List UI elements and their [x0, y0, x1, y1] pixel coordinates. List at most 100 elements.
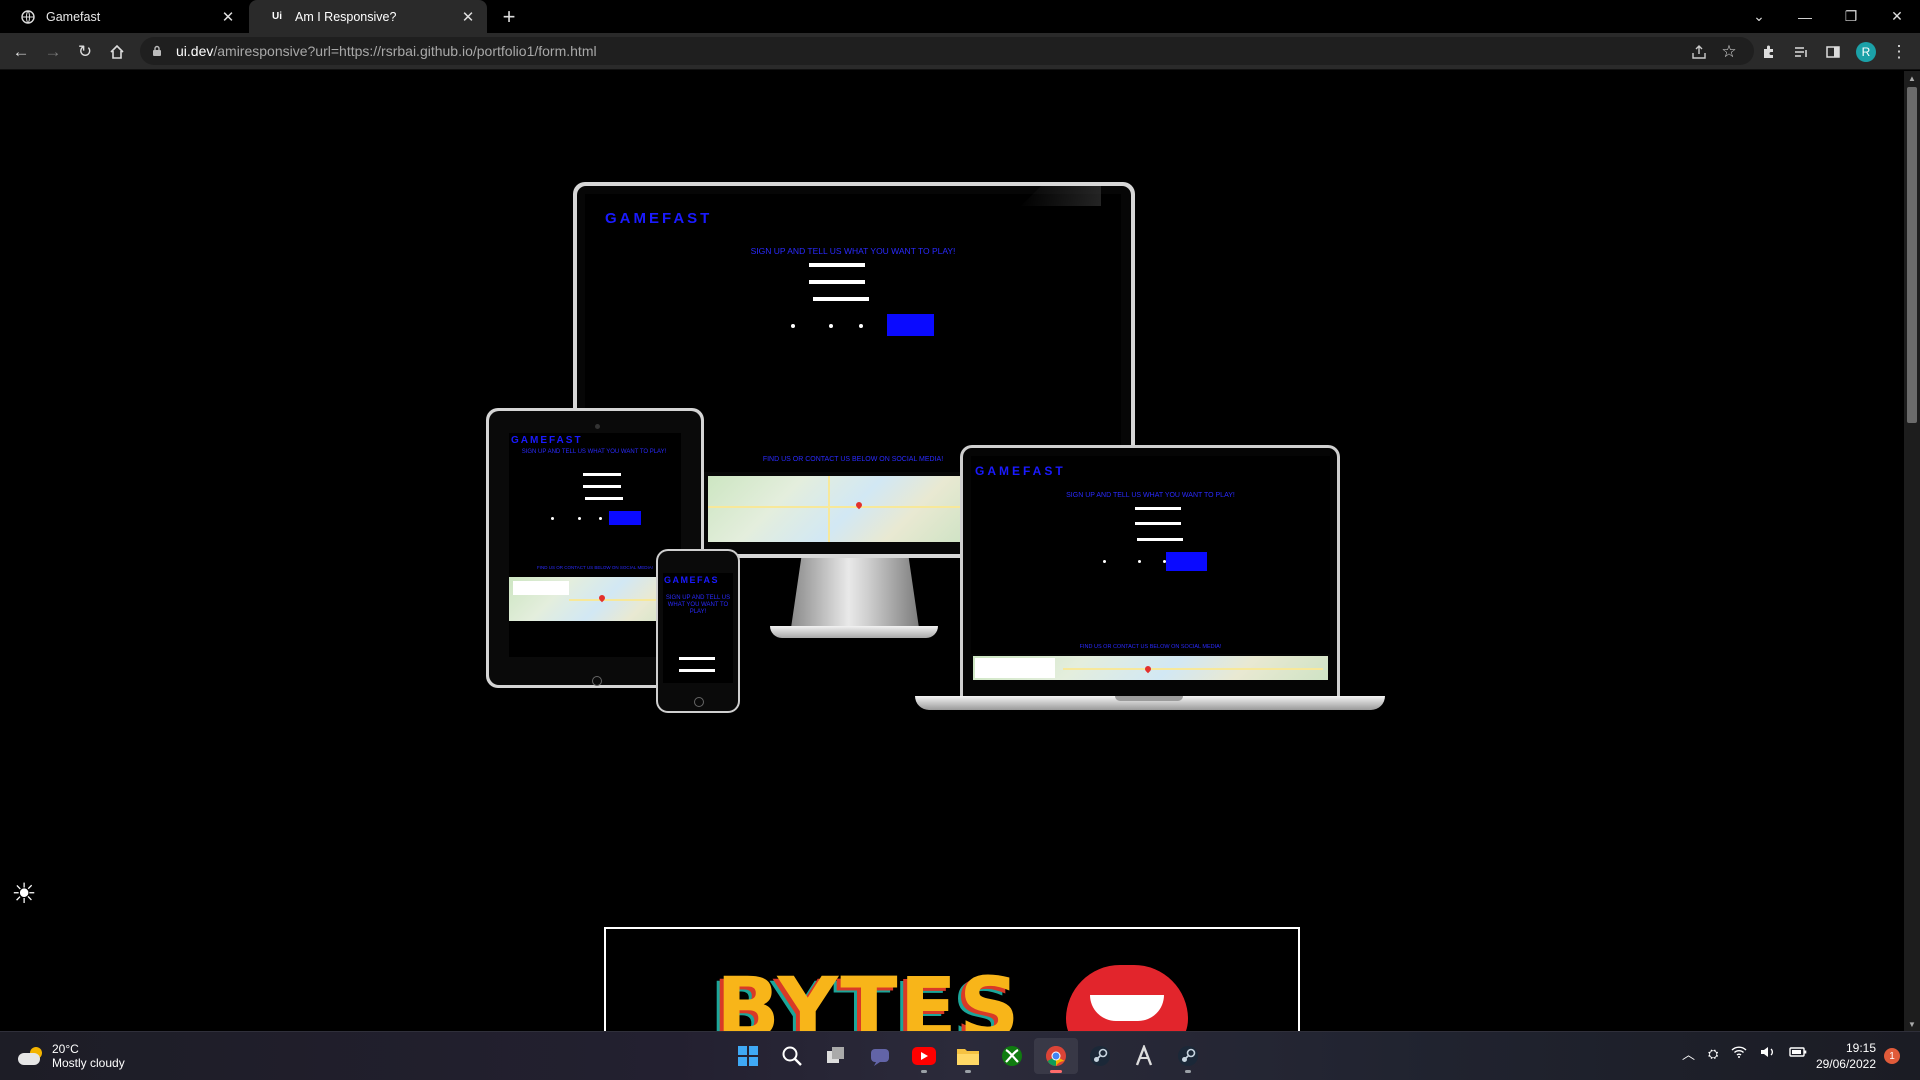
phone-body: GAMEFAS SIGN UP AND TELL US WHAT YOU WAN…	[658, 551, 738, 711]
steam-icon[interactable]	[1166, 1038, 1210, 1074]
weather-temperature: 20°C	[52, 1042, 79, 1056]
first-name-input[interactable]	[1135, 507, 1181, 510]
volume-icon[interactable]	[1760, 1045, 1776, 1062]
map-pin-icon	[1143, 664, 1153, 674]
last-name-input[interactable]	[1135, 522, 1181, 525]
submit-button[interactable]	[887, 314, 934, 336]
signup-heading: SIGN UP AND TELL US WHAT YOU WANT TO PLA…	[521, 449, 667, 455]
share-icon[interactable]	[1686, 39, 1712, 65]
wifi-icon[interactable]	[1731, 1046, 1747, 1061]
console-radio[interactable]	[829, 324, 833, 328]
map-road	[1063, 668, 1323, 670]
browser-toolbar: ← → ↻ ui.dev/amiresponsive?url=https://r…	[0, 33, 1920, 70]
platform-radio-group[interactable]	[549, 517, 602, 520]
task-view-icon[interactable]	[814, 1038, 858, 1074]
taskbar-clock[interactable]: 19:15 29/06/2022	[1812, 1040, 1876, 1072]
address-bar[interactable]: ui.dev/amiresponsive?url=https://rsrbai.…	[140, 37, 1754, 65]
back-arrow-icon[interactable]: ←	[8, 39, 34, 65]
search-icon[interactable]	[770, 1038, 814, 1074]
console-radio[interactable]	[1138, 560, 1141, 563]
pc-radio[interactable]	[791, 324, 795, 328]
submit-button[interactable]	[609, 511, 641, 525]
chrome-icon[interactable]	[1034, 1038, 1078, 1074]
teams-chat-icon[interactable]	[858, 1038, 902, 1074]
system-tray: ︿ ⛭	[1682, 1044, 1820, 1063]
gamefast-logo: GAMEFAST	[605, 210, 713, 227]
chevron-up-icon[interactable]: ︿	[1682, 1044, 1695, 1063]
ui-dev-favicon-icon: Ui	[272, 11, 282, 22]
monitor-stand	[791, 558, 919, 628]
first-name-input[interactable]	[679, 657, 715, 660]
forward-arrow-icon[interactable]: →	[40, 39, 66, 65]
both-radio[interactable]	[599, 517, 602, 520]
laptop-mockup: GAMEFAST SIGN UP AND TELL US WHAT YOU WA…	[960, 445, 1340, 698]
location-map[interactable]	[973, 656, 1328, 680]
last-name-input[interactable]	[583, 485, 621, 488]
tab-search-icon[interactable]: ⌄	[1736, 0, 1782, 33]
weather-widget[interactable]: 20°C Mostly cloudy	[18, 1042, 125, 1071]
steam-icon[interactable]	[1078, 1038, 1122, 1074]
close-window-button[interactable]: ✕	[1874, 0, 1920, 33]
lock-icon[interactable]	[152, 44, 166, 58]
submit-button[interactable]	[1166, 552, 1207, 571]
tablet-camera	[595, 424, 600, 429]
last-name-input[interactable]	[809, 280, 865, 284]
email-input[interactable]	[1137, 538, 1183, 541]
last-name-input[interactable]	[679, 669, 715, 672]
xbox-icon[interactable]	[990, 1038, 1034, 1074]
device-mockup-showcase: GAMEFAST SIGN UP AND TELL US WHAT YOU WA…	[0, 71, 1904, 871]
battery-icon[interactable]	[1789, 1046, 1807, 1061]
first-name-input[interactable]	[809, 263, 865, 267]
scroll-up-arrow-icon[interactable]: ▲	[1904, 71, 1920, 85]
gamefast-logo: GAMEFAS	[664, 575, 720, 585]
extensions-puzzle-icon[interactable]	[1756, 39, 1782, 65]
epic-games-icon[interactable]	[1122, 1038, 1166, 1074]
url-path: /amiresponsive?url=https://rsrbai.github…	[213, 43, 597, 59]
theme-toggle-sun-icon[interactable]: ☀	[8, 877, 40, 909]
minimize-button[interactable]: —	[1782, 0, 1828, 33]
first-name-input[interactable]	[583, 473, 621, 476]
notification-badge[interactable]: 1	[1884, 1048, 1900, 1064]
email-input[interactable]	[813, 297, 869, 301]
media-control-icon[interactable]	[1788, 39, 1814, 65]
platform-radio-group[interactable]	[781, 324, 863, 328]
home-icon[interactable]	[104, 39, 130, 65]
page-scrollbar[interactable]: ▲ ▼	[1904, 71, 1920, 1031]
social-heading: FIND US OR CONTACT US BELOW ON SOCIAL ME…	[1079, 644, 1222, 650]
console-radio[interactable]	[578, 517, 581, 520]
menu-kebab-icon[interactable]: ⋮	[1886, 39, 1912, 65]
scroll-down-arrow-icon[interactable]: ▼	[1904, 1017, 1920, 1031]
scrollbar-thumb[interactable]	[1907, 87, 1917, 423]
side-panel-icon[interactable]	[1820, 39, 1846, 65]
new-tab-button[interactable]: +	[496, 4, 522, 30]
email-input[interactable]	[585, 497, 623, 500]
tab-gamefast[interactable]: Gamefast ✕	[0, 0, 247, 33]
lips-logo-icon	[1066, 965, 1188, 1031]
reload-icon[interactable]: ↻	[72, 39, 98, 65]
signup-heading: SIGN UP AND TELL US WHAT YOU WANT TO PLA…	[665, 595, 731, 615]
location-map[interactable]	[708, 476, 964, 542]
close-tab-icon[interactable]: ✕	[459, 8, 477, 26]
pc-radio[interactable]	[1103, 560, 1106, 563]
close-tab-icon[interactable]: ✕	[219, 8, 237, 26]
pc-radio[interactable]	[551, 517, 554, 520]
first-name-row	[1135, 507, 1181, 510]
start-windows-icon[interactable]	[726, 1038, 770, 1074]
laptop-screen: GAMEFAST SIGN UP AND TELL US WHAT YOU WA…	[963, 448, 1337, 698]
tab-am-i-responsive[interactable]: Ui Am I Responsive? ✕	[249, 0, 487, 33]
screen-glare	[1021, 186, 1101, 206]
youtube-icon[interactable]	[902, 1038, 946, 1074]
both-radio[interactable]	[859, 324, 863, 328]
file-explorer-icon[interactable]	[946, 1038, 990, 1074]
gamefast-phone-view: GAMEFAS SIGN UP AND TELL US WHAT YOU WAN…	[663, 573, 733, 683]
bytes-logo-text: BYTES	[716, 959, 1022, 1031]
page-viewport: GAMEFAST SIGN UP AND TELL US WHAT YOU WA…	[0, 71, 1904, 1031]
platform-radio-group[interactable]	[1091, 560, 1166, 563]
email-row	[771, 296, 869, 302]
profile-avatar[interactable]: R	[1856, 42, 1876, 62]
bookmark-star-icon[interactable]: ☆	[1716, 39, 1742, 65]
clock-date: 29/06/2022	[1815, 1057, 1876, 1071]
steam-tray-icon[interactable]: ⛭	[1708, 1046, 1718, 1062]
restore-button[interactable]: ❐	[1828, 0, 1874, 33]
windows-taskbar: 20°C Mostly cloudy ︿ ⛭ 19:15 29/06/2022 …	[0, 1031, 1920, 1080]
